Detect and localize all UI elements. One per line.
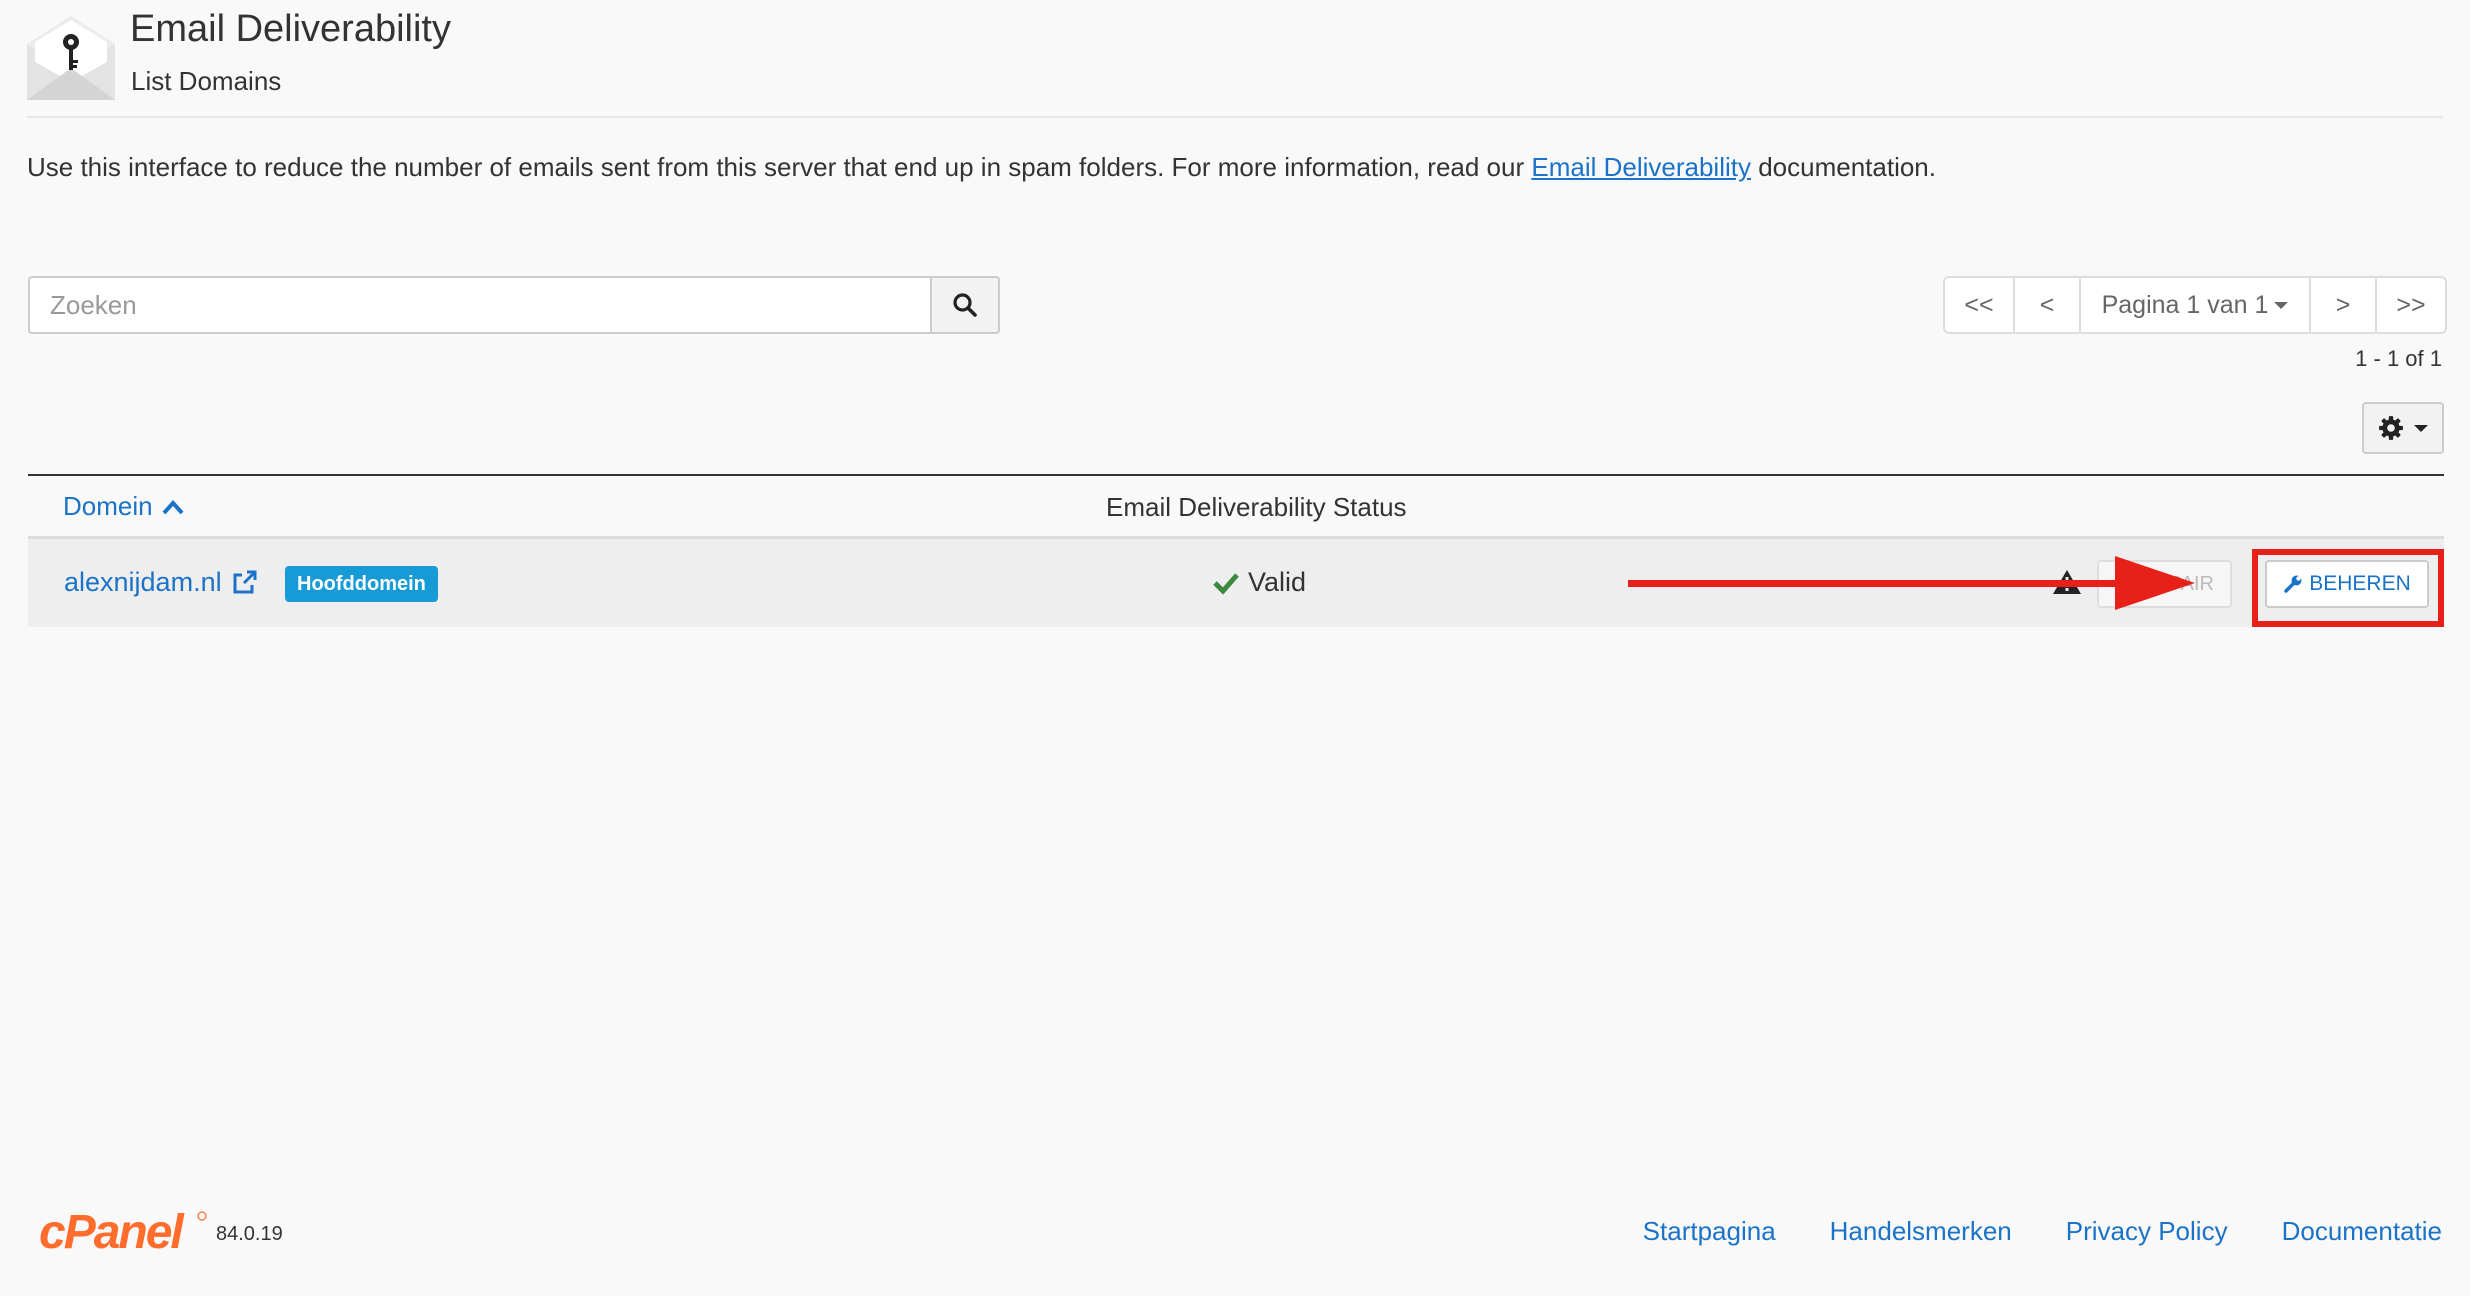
cpanel-logo: cPanel (39, 1206, 207, 1258)
page-title: Email Deliverability (130, 8, 451, 50)
caret-down-icon (2414, 424, 2428, 432)
search-group (28, 276, 1000, 334)
header-divider (27, 116, 2443, 118)
annotation-highlight (2252, 549, 2444, 627)
intro-text-before: Use this interface to reduce the number … (27, 152, 1532, 182)
domain-name: alexnijdam.nl (64, 567, 222, 597)
gear-icon (2379, 416, 2403, 440)
version-number: 84.0.19 (216, 1223, 283, 1245)
table-top-border (28, 474, 2444, 476)
page-select-label: Pagina 1 van 1 (2101, 290, 2269, 319)
search-icon (953, 293, 977, 317)
last-page-button[interactable]: >> (2375, 276, 2447, 334)
footer-link-documentation[interactable]: Documentatie (2282, 1216, 2442, 1247)
page: Email Deliverability List Domains Use th… (0, 0, 2470, 1296)
search-button[interactable] (930, 276, 1000, 334)
page-subtitle: List Domains (131, 66, 282, 96)
domain-link[interactable]: alexnijdam.nl (64, 567, 258, 598)
footer-link-trademarks[interactable]: Handelsmerken (1830, 1216, 2012, 1247)
main-domain-badge: Hoofddomein (285, 566, 438, 602)
column-header-domain-label: Domein (63, 491, 153, 521)
chevron-up-icon (162, 499, 184, 514)
search-input[interactable] (28, 276, 930, 334)
svg-text:cPanel: cPanel (39, 1206, 185, 1258)
page-select[interactable]: Pagina 1 van 1 (2079, 276, 2311, 334)
deliverability-status: Valid (1212, 567, 1306, 598)
pagination: << < Pagina 1 van 1 > >> (1943, 276, 2447, 334)
results-range: 1 - 1 of 1 (2355, 346, 2442, 371)
footer-link-privacy[interactable]: Privacy Policy (2066, 1216, 2228, 1247)
column-header-status: Email Deliverability Status (1106, 492, 1407, 522)
status-text: Valid (1248, 567, 1307, 597)
column-header-domain[interactable]: Domein (63, 491, 185, 522)
caret-down-icon (2274, 301, 2289, 309)
previous-page-button[interactable]: < (2013, 276, 2081, 334)
email-key-icon (27, 16, 115, 100)
next-page-button[interactable]: > (2309, 276, 2377, 334)
checkmark-icon (1213, 572, 1239, 595)
documentation-link[interactable]: Email Deliverability (1531, 152, 1751, 182)
annotation-arrow (1628, 556, 2195, 610)
footer-link-home[interactable]: Startpagina (1643, 1216, 1776, 1247)
table-settings-button[interactable] (2362, 402, 2444, 454)
intro-text-after: documentation. (1750, 152, 1936, 182)
first-page-button[interactable]: << (1943, 276, 2015, 334)
footer-links: Startpagina Handelsmerken Privacy Policy… (1643, 1216, 2442, 1247)
external-link-icon (233, 570, 257, 593)
intro-text: Use this interface to reduce the number … (27, 152, 1936, 183)
